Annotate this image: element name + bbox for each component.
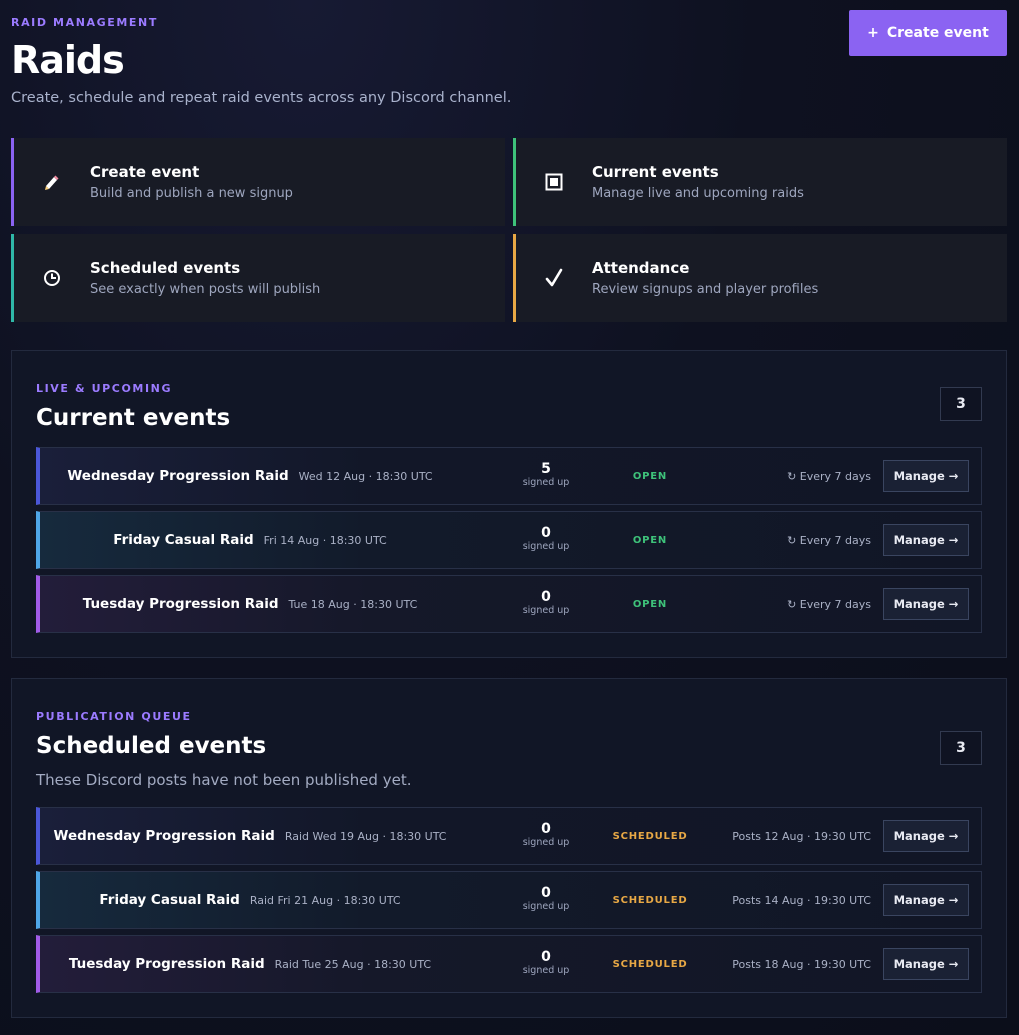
clock-icon	[14, 269, 90, 287]
signup-count-label: signed up	[522, 901, 570, 912]
quick-card-title: Current events	[592, 163, 719, 181]
signup-count: 0 signed up	[520, 885, 572, 913]
panel-description: These Discord posts have not been publis…	[36, 771, 412, 789]
status-badge: SCHEDULED	[612, 894, 688, 906]
page-header: RAID MANAGEMENT Raids Create, schedule a…	[11, 10, 1007, 116]
create-event-button[interactable]: + Create event	[849, 10, 1007, 56]
quick-actions: Create event Build and publish a new sig…	[11, 138, 1007, 322]
signup-count: 0 signed up	[520, 589, 572, 617]
panel-eyebrow: LIVE & UPCOMING	[36, 382, 173, 395]
event-row[interactable]: Friday Casual Raid Fri 14 Aug · 18:30 UT…	[36, 511, 982, 569]
quick-card-desc: Build and publish a new signup	[90, 186, 293, 201]
status-badge: OPEN	[632, 470, 668, 482]
event-date: Raid Wed 19 Aug · 18:30 UTC	[284, 829, 447, 843]
current-events-list: Wednesday Progression Raid Wed 12 Aug · …	[36, 447, 982, 639]
event-count-badge: 3	[940, 387, 982, 421]
event-name: Tuesday Progression Raid	[82, 596, 279, 612]
page-title: Raids	[11, 38, 125, 82]
event-name: Tuesday Progression Raid	[68, 956, 265, 972]
event-row[interactable]: Tuesday Progression Raid Raid Tue 25 Aug…	[36, 935, 982, 993]
repeat-interval: ↻ Every 7 days	[787, 533, 871, 547]
signup-count-label: signed up	[522, 541, 570, 552]
event-name: Friday Casual Raid	[99, 892, 240, 908]
repeat-interval: ↻ Every 7 days	[787, 597, 871, 611]
status-badge: SCHEDULED	[612, 830, 688, 842]
event-name: Friday Casual Raid	[113, 532, 254, 548]
event-date: Fri 14 Aug · 18:30 UTC	[263, 533, 387, 547]
signup-count: 0 signed up	[520, 821, 572, 849]
quick-card-desc: Manage live and upcoming raids	[592, 186, 804, 201]
publish-time: Posts 12 Aug · 19:30 UTC	[732, 829, 871, 843]
plus-icon: +	[867, 25, 879, 41]
page-eyebrow: RAID MANAGEMENT	[11, 16, 158, 29]
quick-card-desc: Review signups and player profiles	[592, 282, 819, 297]
scheduled-events-list: Wednesday Progression Raid Raid Wed 19 A…	[36, 807, 982, 999]
panel-title: Current events	[36, 405, 231, 431]
signup-count-value: 0	[541, 821, 551, 837]
status-badge: OPEN	[632, 598, 668, 610]
repeat-interval: ↻ Every 7 days	[787, 469, 871, 483]
event-name: Wednesday Progression Raid	[67, 468, 289, 484]
create-event-label: Create event	[886, 25, 989, 41]
signup-count: 5 signed up	[520, 461, 572, 489]
event-row[interactable]: Wednesday Progression Raid Wed 12 Aug · …	[36, 447, 982, 505]
manage-button[interactable]: Manage →	[883, 588, 969, 620]
checkmark-icon	[516, 268, 592, 288]
event-date: Tue 18 Aug · 18:30 UTC	[288, 597, 418, 611]
signup-count-value: 0	[541, 525, 551, 541]
signup-count: 0 signed up	[520, 525, 572, 553]
publish-time: Posts 18 Aug · 19:30 UTC	[732, 957, 871, 971]
signup-count-value: 0	[541, 949, 551, 965]
manage-button[interactable]: Manage →	[883, 460, 969, 492]
event-row[interactable]: Wednesday Progression Raid Raid Wed 19 A…	[36, 807, 982, 865]
panel-title: Scheduled events	[36, 733, 267, 759]
scheduled-events-panel: PUBLICATION QUEUE Scheduled events These…	[11, 678, 1007, 1018]
event-count-badge: 3	[940, 731, 982, 765]
signup-count-value: 0	[541, 589, 551, 605]
page-subtitle: Create, schedule and repeat raid events …	[11, 90, 512, 106]
quick-card-desc: See exactly when posts will publish	[90, 282, 321, 297]
quick-card-current-events[interactable]: Current events Manage live and upcoming …	[513, 138, 1007, 226]
quick-card-title: Create event	[90, 163, 200, 181]
manage-button[interactable]: Manage →	[883, 524, 969, 556]
quick-card-title: Scheduled events	[90, 259, 241, 277]
publish-time: Posts 14 Aug · 19:30 UTC	[732, 893, 871, 907]
signup-count-label: signed up	[522, 477, 570, 488]
signup-count-label: signed up	[522, 837, 570, 848]
current-events-panel: LIVE & UPCOMING Current events 3 Wednesd…	[11, 350, 1007, 658]
event-name: Wednesday Progression Raid	[53, 828, 275, 844]
event-date: Raid Tue 25 Aug · 18:30 UTC	[274, 957, 432, 971]
status-badge: OPEN	[632, 534, 668, 546]
signup-count-label: signed up	[522, 605, 570, 616]
quick-card-attendance[interactable]: Attendance Review signups and player pro…	[513, 234, 1007, 322]
pencil-icon	[14, 172, 90, 192]
event-row[interactable]: Friday Casual Raid Raid Fri 21 Aug · 18:…	[36, 871, 982, 929]
panel-eyebrow: PUBLICATION QUEUE	[36, 710, 192, 723]
signup-count-value: 5	[541, 461, 551, 477]
event-row[interactable]: Tuesday Progression Raid Tue 18 Aug · 18…	[36, 575, 982, 633]
manage-button[interactable]: Manage →	[883, 884, 969, 916]
event-date: Wed 12 Aug · 18:30 UTC	[298, 469, 433, 483]
manage-button[interactable]: Manage →	[883, 948, 969, 980]
manage-button[interactable]: Manage →	[883, 820, 969, 852]
quick-card-scheduled-events[interactable]: Scheduled events See exactly when posts …	[11, 234, 505, 322]
signup-count-label: signed up	[522, 965, 570, 976]
event-date: Raid Fri 21 Aug · 18:30 UTC	[249, 893, 401, 907]
signup-count: 0 signed up	[520, 949, 572, 977]
quick-card-title: Attendance	[592, 259, 690, 277]
calendar-icon	[516, 173, 592, 191]
signup-count-value: 0	[541, 885, 551, 901]
status-badge: SCHEDULED	[612, 958, 688, 970]
quick-card-create-event[interactable]: Create event Build and publish a new sig…	[11, 138, 505, 226]
